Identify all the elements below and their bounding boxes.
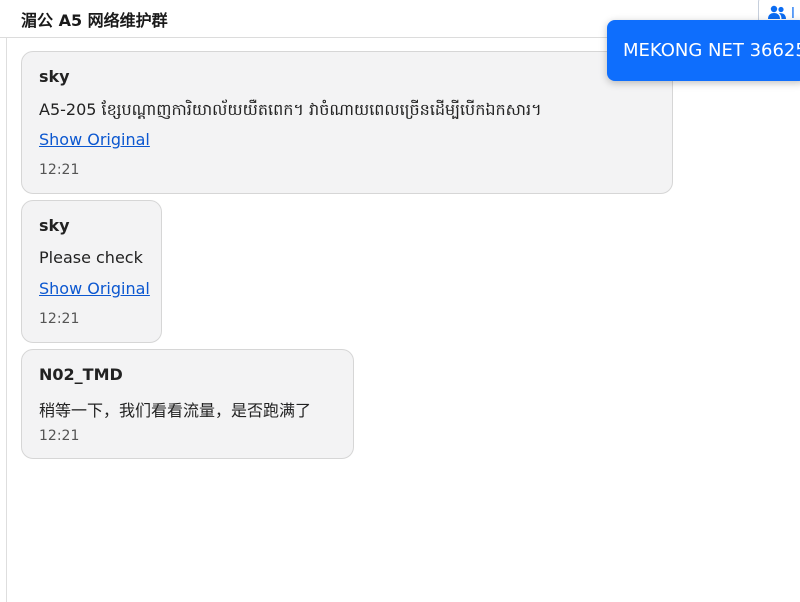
message-bubble: sky Please check Show Original 12:21 bbox=[21, 200, 162, 343]
toast-text: MEKONG NET 36625 bbox=[623, 40, 800, 61]
message-time: 12:21 bbox=[39, 428, 80, 444]
left-divider bbox=[6, 38, 7, 602]
message-text: 稍等一下，我们看看流量，是否跑满了 bbox=[39, 401, 312, 420]
group-title: 湄公 A5 网络维护群 bbox=[21, 11, 168, 30]
message-bubble: N02_TMD 稍等一下，我们看看流量，是否跑满了 12:21 bbox=[21, 349, 354, 459]
message-text: Please check bbox=[39, 248, 143, 267]
show-original-link[interactable]: Show Original bbox=[39, 130, 150, 149]
message-time: 12:21 bbox=[39, 162, 80, 178]
message-time: 12:21 bbox=[39, 311, 80, 327]
message-text: A5-205 ខ្សែបណ្តាញការិយាល័យយឺតពេក។ វាចំណា… bbox=[39, 100, 542, 119]
show-original-link[interactable]: Show Original bbox=[39, 279, 150, 298]
message-bubble: sky A5-205 ខ្សែបណ្តាញការិយាល័យយឺតពេក។ វា… bbox=[21, 51, 673, 194]
message-sender: N02_TMD bbox=[39, 365, 123, 384]
message-sender: sky bbox=[39, 216, 70, 235]
notification-toast[interactable]: MEKONG NET 36625 bbox=[607, 20, 800, 81]
message-sender: sky bbox=[39, 67, 70, 86]
